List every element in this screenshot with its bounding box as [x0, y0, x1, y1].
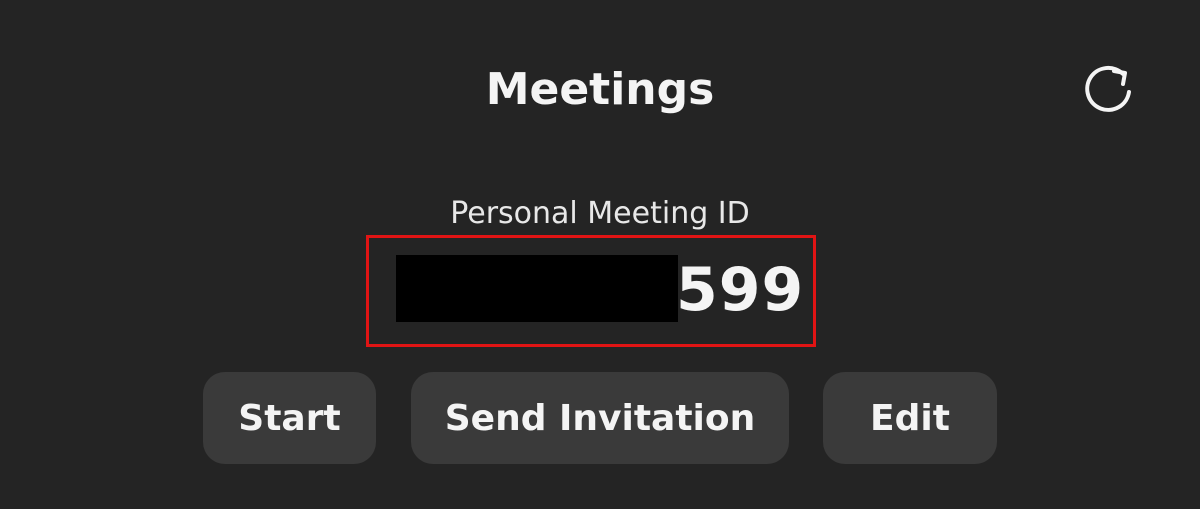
meetings-screen: Meetings Personal Meeting ID 599 Start S… — [0, 0, 1200, 509]
personal-meeting-id-value[interactable]: 599 — [676, 252, 804, 328]
send-invitation-button[interactable]: Send Invitation — [411, 372, 789, 464]
refresh-icon — [1085, 65, 1131, 112]
start-button[interactable]: Start — [203, 372, 376, 464]
redacted-meeting-id — [396, 255, 678, 322]
page-title: Meetings — [485, 64, 715, 115]
refresh-button[interactable] — [1078, 62, 1138, 118]
edit-button[interactable]: Edit — [823, 372, 997, 464]
personal-meeting-id-label: Personal Meeting ID — [450, 196, 750, 231]
